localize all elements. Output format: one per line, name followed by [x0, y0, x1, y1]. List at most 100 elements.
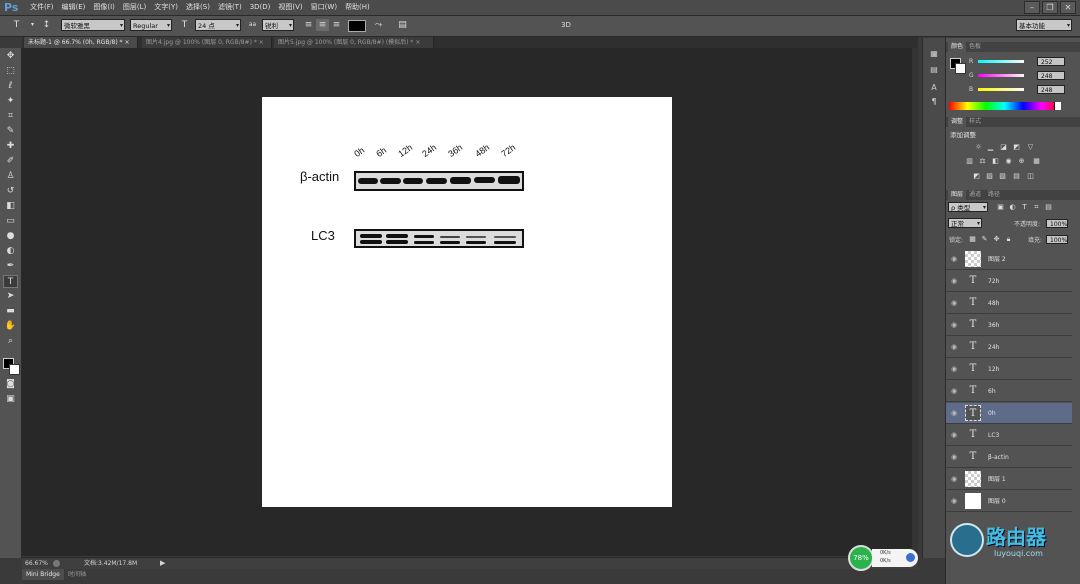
paragraph-panel-icon[interactable]: ¶ [927, 96, 941, 108]
healing-brush-icon[interactable]: ✚ [3, 140, 18, 153]
history-brush-icon[interactable]: ↺ [3, 185, 18, 198]
menu-layer[interactable]: 图层(L) [119, 0, 150, 15]
tab-timeline[interactable]: 时间轴 [64, 569, 90, 580]
layer-row[interactable]: ◉ T 6h [946, 381, 1072, 402]
g-slider[interactable] [978, 74, 1024, 77]
close-icon[interactable]: × [124, 39, 129, 46]
visibility-eye-icon[interactable]: ◉ [950, 277, 958, 285]
status-menu-icon[interactable] [53, 560, 60, 567]
filter-type-icon[interactable]: T [1020, 203, 1029, 211]
blur-tool-icon[interactable]: ● [3, 230, 18, 243]
font-size-select[interactable]: 24 点 ▾ [195, 19, 241, 31]
speed-percent[interactable]: 78% [848, 545, 874, 571]
pen-tool-icon[interactable]: ✒ [3, 260, 18, 273]
layer-row[interactable]: ◉ 图层 2 [946, 249, 1072, 270]
lock-transparency-icon[interactable]: ▦ [968, 235, 977, 243]
layer-row[interactable]: ◉ T 0h [946, 403, 1072, 424]
filter-adjustment-icon[interactable]: ◐ [1008, 203, 1017, 211]
visibility-eye-icon[interactable]: ◉ [950, 343, 958, 351]
brightness-icon[interactable]: ☼ [974, 143, 983, 151]
zoom-level[interactable]: 66.67% [25, 558, 48, 569]
visibility-eye-icon[interactable]: ◉ [950, 299, 958, 307]
text-orientation-icon[interactable]: ↕ [40, 19, 53, 31]
g-value[interactable]: 248 [1037, 71, 1065, 80]
tab-mini-bridge[interactable]: Mini Bridge [22, 569, 64, 580]
vertical-scrollbar[interactable] [912, 48, 918, 556]
background-color-swatch[interactable] [955, 63, 966, 74]
visibility-eye-icon[interactable]: ◉ [950, 365, 958, 373]
layer-row[interactable]: ◉ T 72h [946, 271, 1072, 292]
filter-smart-icon[interactable]: ▤ [1044, 203, 1053, 211]
posterize-icon[interactable]: ▨ [985, 172, 994, 180]
quick-mask-icon[interactable]: ◙ [3, 378, 18, 391]
layer-row[interactable]: ◉ T LC3 [946, 425, 1072, 446]
tab-layers[interactable]: 图层 [948, 190, 967, 200]
gradient-map-icon[interactable]: ▤ [1012, 172, 1021, 180]
gradient-tool-icon[interactable]: ▭ [3, 215, 18, 228]
fill-value[interactable]: 100% [1046, 235, 1068, 244]
invert-icon[interactable]: ◩ [972, 172, 981, 180]
levels-icon[interactable]: ▁ [986, 143, 995, 151]
menu-help[interactable]: 帮助(H) [341, 0, 374, 15]
filter-shape-icon[interactable]: ⌗ [1032, 203, 1041, 211]
b-slider[interactable] [978, 88, 1024, 91]
menu-filter[interactable]: 滤镜(T) [214, 0, 246, 15]
lock-position-icon[interactable]: ✥ [992, 235, 1001, 243]
antialias-select[interactable]: 锐利 ▾ [262, 19, 294, 31]
font-style-select[interactable]: Regular ▾ [130, 19, 172, 31]
lasso-tool-icon[interactable]: ℓ [3, 80, 18, 93]
menu-file[interactable]: 文件(F) [26, 0, 58, 15]
align-left-icon[interactable]: ≡ [302, 19, 315, 31]
layer-row[interactable]: ◉ T 36h [946, 315, 1072, 336]
document-canvas[interactable]: 0h 6h 12h 24h 36h 48h 72h β-actin LC3 [262, 97, 672, 507]
font-family-select[interactable]: 微软雅黑 ▾ [61, 19, 125, 31]
menu-window[interactable]: 窗口(W) [307, 0, 341, 15]
exposure-icon[interactable]: ◩ [1012, 143, 1021, 151]
brush-tool-icon[interactable]: ✐ [3, 155, 18, 168]
layer-row[interactable]: ◉ T 24h [946, 337, 1072, 358]
warp-text-icon[interactable]: ⤳ [372, 19, 385, 31]
visibility-eye-icon[interactable]: ◉ [950, 409, 958, 417]
type-tool-icon[interactable]: T [3, 275, 18, 288]
lock-all-icon[interactable]: 🔒︎ [1004, 235, 1013, 243]
tool-preset-arrow-icon[interactable]: ▾ [26, 19, 39, 31]
align-center-icon[interactable]: ≡ [316, 19, 329, 31]
threshold-icon[interactable]: ▧ [998, 172, 1007, 180]
menu-3d[interactable]: 3D(D) [246, 0, 275, 15]
minimize-button[interactable]: – [1024, 1, 1040, 14]
tab-styles[interactable]: 样式 [966, 117, 984, 127]
layer-row[interactable]: ◉ 图层 1 [946, 469, 1072, 490]
color-spectrum-bar[interactable] [949, 102, 1060, 110]
curves-icon[interactable]: ◪ [999, 143, 1008, 151]
background-color-swatch[interactable] [9, 364, 20, 375]
menu-type[interactable]: 文字(Y) [150, 0, 182, 15]
channel-mixer-icon[interactable]: ⊕ [1017, 157, 1026, 165]
dodge-tool-icon[interactable]: ◐ [3, 245, 18, 258]
menu-view[interactable]: 视图(V) [274, 0, 306, 15]
close-icon[interactable]: × [259, 39, 264, 46]
close-button[interactable]: ✕ [1060, 1, 1076, 14]
vibrance-icon[interactable]: ▽ [1026, 143, 1035, 151]
color-lookup-icon[interactable]: ▦ [1032, 157, 1041, 165]
type-tool-icon[interactable]: T [10, 19, 23, 31]
lock-paint-icon[interactable]: ✎ [980, 235, 989, 243]
color-balance-icon[interactable]: ⚖ [978, 157, 987, 165]
visibility-eye-icon[interactable]: ◉ [950, 431, 958, 439]
layer-row[interactable]: ◉ T 12h [946, 359, 1072, 380]
close-icon[interactable]: × [415, 39, 420, 46]
hue-saturation-icon[interactable]: ▥ [965, 157, 974, 165]
status-arrow-icon[interactable]: ▶ [160, 558, 165, 569]
rectangle-tool-icon[interactable]: ▬ [3, 305, 18, 318]
tab-untitled-1[interactable]: 未标题-1 @ 66.7% (0h, RGB/8) * × [24, 37, 138, 48]
screen-mode-icon[interactable]: ▣ [3, 393, 18, 406]
tab-adjustments[interactable]: 调整 [948, 117, 967, 127]
layer-filter-select[interactable]: ρ 类型 ▾ [948, 202, 988, 212]
filter-pixel-icon[interactable]: ▣ [996, 203, 1005, 211]
visibility-eye-icon[interactable]: ◉ [950, 255, 958, 263]
properties-panel-icon[interactable]: ▤ [927, 64, 941, 76]
crop-tool-icon[interactable]: ⌗ [3, 110, 18, 123]
path-selection-icon[interactable]: ➤ [3, 290, 18, 303]
visibility-eye-icon[interactable]: ◉ [950, 321, 958, 329]
magic-wand-icon[interactable]: ✦ [3, 95, 18, 108]
zoom-tool-icon[interactable]: ⌕ [3, 335, 18, 348]
